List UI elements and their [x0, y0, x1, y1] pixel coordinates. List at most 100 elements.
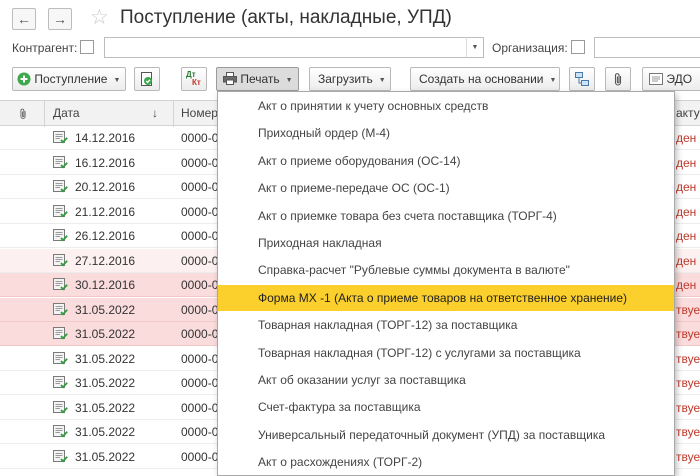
forward-button[interactable]: →	[48, 8, 72, 30]
posted-document-icon	[53, 425, 68, 438]
row-invoice-status: ден	[676, 278, 697, 292]
receipt-create-button[interactable]: Поступление ▼	[12, 67, 126, 91]
print-menu-item[interactable]: Приходный ордер (М-4)	[218, 120, 674, 146]
attach-file-button[interactable]	[605, 67, 631, 91]
load-button-label: Загрузить	[318, 72, 373, 86]
print-menu-item[interactable]: Акт о принятии к учету основных средств	[218, 93, 674, 119]
posted-document-icon	[53, 376, 68, 389]
row-date: 27.12.2016	[75, 253, 136, 268]
row-date: 30.12.2016	[75, 278, 136, 292]
receipt-button-label: Поступление	[34, 72, 108, 86]
back-button[interactable]: ←	[12, 8, 36, 30]
row-date: 20.12.2016	[75, 180, 136, 194]
print-menu-item[interactable]: Справка-расчет "Рублевые суммы документа…	[218, 257, 674, 283]
row-number: 0000-0	[181, 278, 219, 292]
arrow-left-icon: ←	[17, 11, 31, 27]
document-structure-button[interactable]	[569, 67, 595, 91]
counterparty-dropdown-button[interactable]: ▼	[466, 37, 484, 58]
row-invoice-status: твует	[676, 425, 700, 439]
chevron-down-icon: ▼	[285, 77, 293, 84]
counterparty-field[interactable]	[104, 37, 468, 58]
paperclip-icon	[614, 73, 622, 86]
print-menu-item[interactable]: Акт об оказании услуг за поставщика	[218, 367, 674, 393]
edo-exchange-icon	[649, 73, 663, 85]
printer-icon	[223, 72, 237, 85]
row-date: 31.05.2022	[75, 327, 136, 341]
print-button[interactable]: Печать ▼	[216, 67, 299, 91]
row-number: 0000-0	[181, 204, 219, 219]
print-menu-item[interactable]: Приходная накладная	[218, 230, 674, 256]
row-number: 0000-0	[181, 155, 219, 170]
row-invoice-status: твует	[676, 400, 700, 415]
create-based-on-label: Создать на основании	[419, 72, 544, 86]
posted-document-icon	[53, 327, 68, 340]
print-menu-item[interactable]: Акт о расхождениях (ТОРГ-2)	[218, 449, 674, 475]
chevron-down-icon: ▼	[549, 77, 557, 84]
row-invoice-status: ден	[676, 131, 697, 145]
row-invoice-status: ден	[676, 155, 697, 170]
print-menu-item[interactable]: Счет-фактура за поставщика	[218, 394, 674, 420]
document-structure-icon	[575, 72, 589, 86]
posted-document-icon	[53, 180, 68, 193]
row-invoice-status: твует	[676, 327, 700, 341]
posted-document-icon	[53, 302, 68, 316]
organization-label: Организация:	[492, 41, 568, 55]
print-menu-item[interactable]: Акт о приеме-передаче ОС (ОС-1)	[218, 175, 674, 201]
row-invoice-status: твует	[676, 449, 700, 464]
row-number: 0000-0	[181, 400, 219, 415]
print-menu-item[interactable]: Товарная накладная (ТОРГ-12) за поставщи…	[218, 312, 674, 338]
dt-kt-postings-icon: Дт Кт	[186, 70, 201, 87]
create-based-on-button[interactable]: Создать на основании ▼	[410, 67, 560, 91]
row-invoice-status: твует	[676, 376, 700, 390]
posted-document-icon	[53, 278, 68, 291]
row-date: 16.12.2016	[75, 155, 136, 170]
row-date: 31.05.2022	[75, 449, 136, 464]
row-date: 31.05.2022	[75, 400, 136, 415]
posted-document-icon	[53, 351, 68, 365]
arrow-right-icon: →	[53, 11, 67, 27]
row-date: 31.05.2022	[75, 425, 136, 439]
posted-document-icon	[53, 229, 68, 242]
load-button[interactable]: Загрузить ▼	[309, 67, 391, 91]
row-number: 0000-0	[181, 180, 219, 194]
chevron-down-icon: ▼	[378, 77, 386, 84]
row-number: 0000-0	[181, 302, 219, 317]
chevron-down-icon: ▼	[471, 44, 479, 51]
print-menu-item[interactable]: Акт о приемке товара без счета поставщик…	[218, 203, 674, 229]
organization-checkbox[interactable]	[571, 40, 585, 54]
row-date: 14.12.2016	[75, 131, 136, 145]
sort-descending-icon[interactable]: ↓	[152, 106, 158, 120]
row-date: 26.12.2016	[75, 229, 136, 243]
print-menu-item[interactable]: Форма МХ -1 (Акта о приеме товаров на от…	[218, 284, 674, 311]
dt-kt-postings-button[interactable]: Дт Кт	[181, 67, 207, 91]
posted-document-icon	[53, 449, 68, 463]
print-menu-item[interactable]: Акт о приеме оборудования (ОС-14)	[218, 148, 674, 174]
edo-button[interactable]: ЭДО	[642, 67, 700, 91]
column-header-invoice[interactable]: актуры	[676, 106, 700, 120]
header-bar: ← → ☆ Поступление (акты, накладные, УПД)	[0, 0, 700, 36]
row-date: 31.05.2022	[75, 302, 136, 317]
paperclip-icon[interactable]	[18, 107, 28, 121]
print-menu-item[interactable]: Универсальный передаточный документ (УПД…	[218, 422, 674, 448]
posted-document-icon	[53, 400, 68, 414]
posted-document-icon	[53, 155, 68, 169]
copy-button[interactable]	[134, 67, 160, 91]
counterparty-label: Контрагент:	[12, 41, 78, 55]
row-date: 21.12.2016	[75, 204, 136, 219]
row-invoice-status: ден	[676, 204, 697, 219]
row-number: 0000-0	[181, 131, 219, 145]
row-number: 0000-0	[181, 327, 219, 341]
column-header-date[interactable]: Дата	[53, 106, 80, 120]
row-invoice-status: твует	[676, 351, 700, 366]
row-date: 31.05.2022	[75, 376, 136, 390]
column-header-number[interactable]: Номер	[181, 106, 218, 120]
organization-field[interactable]	[594, 37, 700, 58]
row-number: 0000-0	[181, 351, 219, 366]
row-number: 0000-0	[181, 425, 219, 439]
star-icon[interactable]: ☆	[90, 5, 109, 30]
row-date: 31.05.2022	[75, 351, 136, 366]
print-menu-item[interactable]: Товарная накладная (ТОРГ-12) с услугами …	[218, 340, 674, 366]
counterparty-checkbox[interactable]	[80, 40, 94, 54]
posted-document-icon	[53, 131, 68, 144]
posted-document-icon	[53, 253, 68, 267]
